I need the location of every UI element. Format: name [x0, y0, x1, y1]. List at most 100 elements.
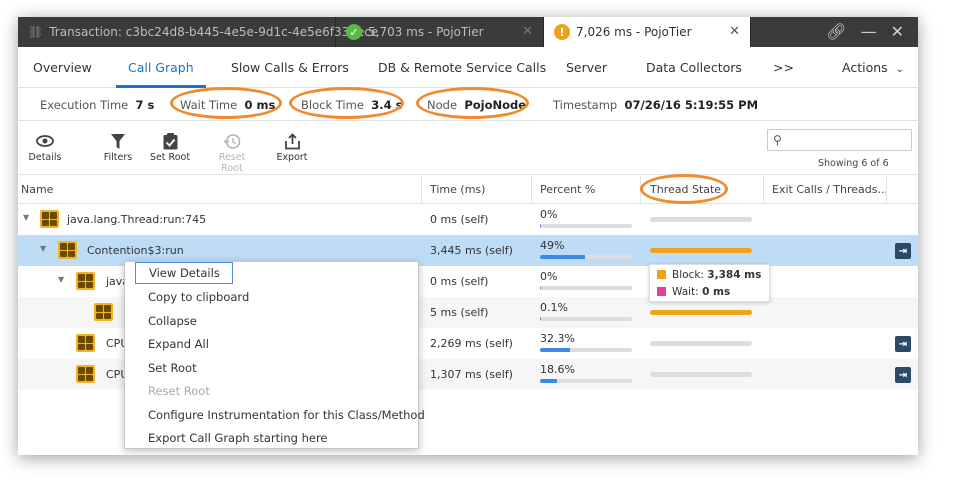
- highlight-oval: [416, 87, 529, 119]
- execution-time: Execution Time 7 s: [40, 98, 155, 112]
- java-class-icon: [76, 365, 95, 383]
- column-divider: [886, 176, 887, 204]
- menu-set-root[interactable]: Set Root: [148, 361, 197, 375]
- java-class-icon: [58, 241, 77, 259]
- menu-expand-all[interactable]: Expand All: [148, 337, 209, 351]
- nav-overview[interactable]: Overview: [33, 60, 92, 75]
- reset-root-button[interactable]: Reset Root: [207, 130, 257, 174]
- history-icon: [207, 130, 257, 152]
- exit-calls-button[interactable]: ⇥: [895, 367, 911, 383]
- context-menu: View Details Copy to clipboard Collapse …: [124, 261, 425, 449]
- showing-count: Showing 6 of 6: [818, 158, 889, 169]
- active-tab-indicator: [116, 85, 206, 88]
- filters-button[interactable]: Filters: [100, 130, 136, 163]
- nav-slow-calls[interactable]: Slow Calls & Errors: [231, 60, 349, 75]
- exit-calls-button[interactable]: ⇥: [895, 336, 911, 352]
- java-class-icon: [94, 303, 113, 321]
- thread-state-bar[interactable]: [650, 310, 752, 315]
- warning-icon: !: [554, 24, 570, 40]
- menu-reset-root[interactable]: Reset Root: [148, 384, 210, 398]
- nav-server[interactable]: Server: [566, 60, 607, 75]
- nav-more[interactable]: >>: [773, 60, 794, 75]
- thread-state-tooltip: Block: 3,384 ms Wait: 0 ms: [649, 264, 770, 302]
- transaction-window: ⛓ Transaction: c3bc24d8-b445-4e5e-9d1c-4…: [18, 17, 918, 455]
- minimize-icon[interactable]: —: [861, 22, 877, 41]
- exit-calls-button[interactable]: ⇥: [895, 243, 911, 259]
- percent-bar: [540, 224, 632, 228]
- nav-db-remote[interactable]: DB & Remote Service Calls: [378, 60, 546, 75]
- menu-copy-clipboard[interactable]: Copy to clipboard: [148, 290, 249, 304]
- tooltip-wait: Wait: 0 ms: [657, 286, 730, 298]
- collapse-triangle-icon[interactable]: ▼: [40, 244, 46, 253]
- row-time: 0 ms (self): [430, 213, 489, 226]
- info-bar: Execution Time 7 s Wait Time 0 ms Block …: [18, 87, 918, 121]
- actions-label: Actions: [842, 60, 888, 75]
- tab-5703ms[interactable]: ✓ 5,703 ms - PojoTier ✕: [336, 17, 544, 47]
- row-percent: 0%: [540, 270, 558, 283]
- row-name: Contention$3:run: [87, 244, 184, 257]
- transaction-icon: ⛓: [28, 25, 44, 39]
- row-percent: 49%: [540, 239, 565, 252]
- collapse-triangle-icon[interactable]: ▼: [58, 275, 64, 284]
- highlight-oval: [640, 174, 728, 204]
- chevron-down-icon: ⌄: [895, 64, 905, 75]
- highlight-oval: [289, 87, 404, 119]
- thread-state-bar[interactable]: [650, 217, 752, 222]
- thread-state-bar[interactable]: [650, 248, 752, 253]
- menu-export-call-graph[interactable]: Export Call Graph starting here: [148, 431, 328, 445]
- menu-collapse[interactable]: Collapse: [148, 314, 197, 328]
- col-time[interactable]: Time (ms): [430, 183, 485, 196]
- set-root-button[interactable]: Set Root: [149, 130, 191, 163]
- percent-bar: [540, 255, 632, 259]
- row-name: java.lang.Thread:run:745: [67, 213, 207, 226]
- tab-bar: ⛓ Transaction: c3bc24d8-b445-4e5e-9d1c-4…: [18, 17, 918, 47]
- thread-state-bar[interactable]: [650, 341, 752, 346]
- row-time: 0 ms (self): [430, 275, 489, 288]
- row-time: 1,307 ms (self): [430, 368, 513, 381]
- col-exit-calls[interactable]: Exit Calls / Threads...: [772, 183, 888, 196]
- collapse-triangle-icon[interactable]: ▼: [23, 213, 29, 222]
- row-percent: 32.3%: [540, 332, 575, 345]
- details-button[interactable]: Details: [26, 130, 64, 163]
- nav-call-graph[interactable]: Call Graph: [128, 60, 194, 75]
- close-window-icon[interactable]: ✕: [891, 22, 904, 41]
- filter-icon: [100, 130, 136, 152]
- tooltip-block: Block: 3,384 ms: [657, 269, 761, 281]
- close-icon[interactable]: ✕: [729, 24, 740, 39]
- eye-icon: [26, 130, 64, 152]
- actions-menu[interactable]: Actions ⌄: [842, 60, 904, 75]
- row-time: 5 ms (self): [430, 306, 489, 319]
- percent-bar: [540, 286, 632, 290]
- clipboard-check-icon: [149, 130, 191, 152]
- java-class-icon: [76, 334, 95, 352]
- menu-configure-instrumentation[interactable]: Configure Instrumentation for this Class…: [148, 408, 425, 422]
- menu-view-details[interactable]: View Details: [135, 262, 233, 284]
- table-row[interactable]: ▼ java.lang.Thread:run:745 0 ms (self) 0…: [18, 204, 918, 235]
- col-percent[interactable]: Percent %: [540, 183, 595, 196]
- column-divider: [763, 176, 764, 204]
- percent-bar: [540, 379, 632, 383]
- export-button[interactable]: Export: [274, 130, 310, 163]
- wait-swatch: [657, 287, 666, 296]
- column-divider: [531, 176, 532, 204]
- column-divider: [421, 176, 422, 204]
- nav-data-collectors[interactable]: Data Collectors: [646, 60, 742, 75]
- table-header: Name Time (ms) Percent % Thread State Ex…: [18, 174, 918, 204]
- block-swatch: [657, 270, 666, 279]
- main-nav: Overview Call Graph Slow Calls & Errors …: [18, 47, 918, 88]
- thread-state-bar[interactable]: [650, 372, 752, 377]
- java-class-icon: [76, 272, 95, 290]
- link-icon[interactable]: 🔗︎: [826, 22, 846, 41]
- search-input[interactable]: ⚲: [767, 129, 912, 151]
- java-class-icon: [40, 210, 59, 228]
- percent-bar: [540, 317, 632, 321]
- highlight-oval: [170, 87, 282, 119]
- col-name[interactable]: Name: [21, 183, 53, 196]
- row-percent: 0%: [540, 208, 558, 221]
- search-icon: ⚲: [773, 133, 782, 147]
- tab-label: 7,026 ms - PojoTier: [576, 25, 692, 39]
- tab-label: Transaction: c3bc24d8-b445-4e5e-9d1c-4e5…: [49, 25, 379, 39]
- tab-transaction[interactable]: ⛓ Transaction: c3bc24d8-b445-4e5e-9d1c-4…: [18, 17, 378, 47]
- close-icon[interactable]: ✕: [522, 24, 533, 39]
- tab-7026ms[interactable]: ! 7,026 ms - PojoTier ✕: [544, 17, 751, 47]
